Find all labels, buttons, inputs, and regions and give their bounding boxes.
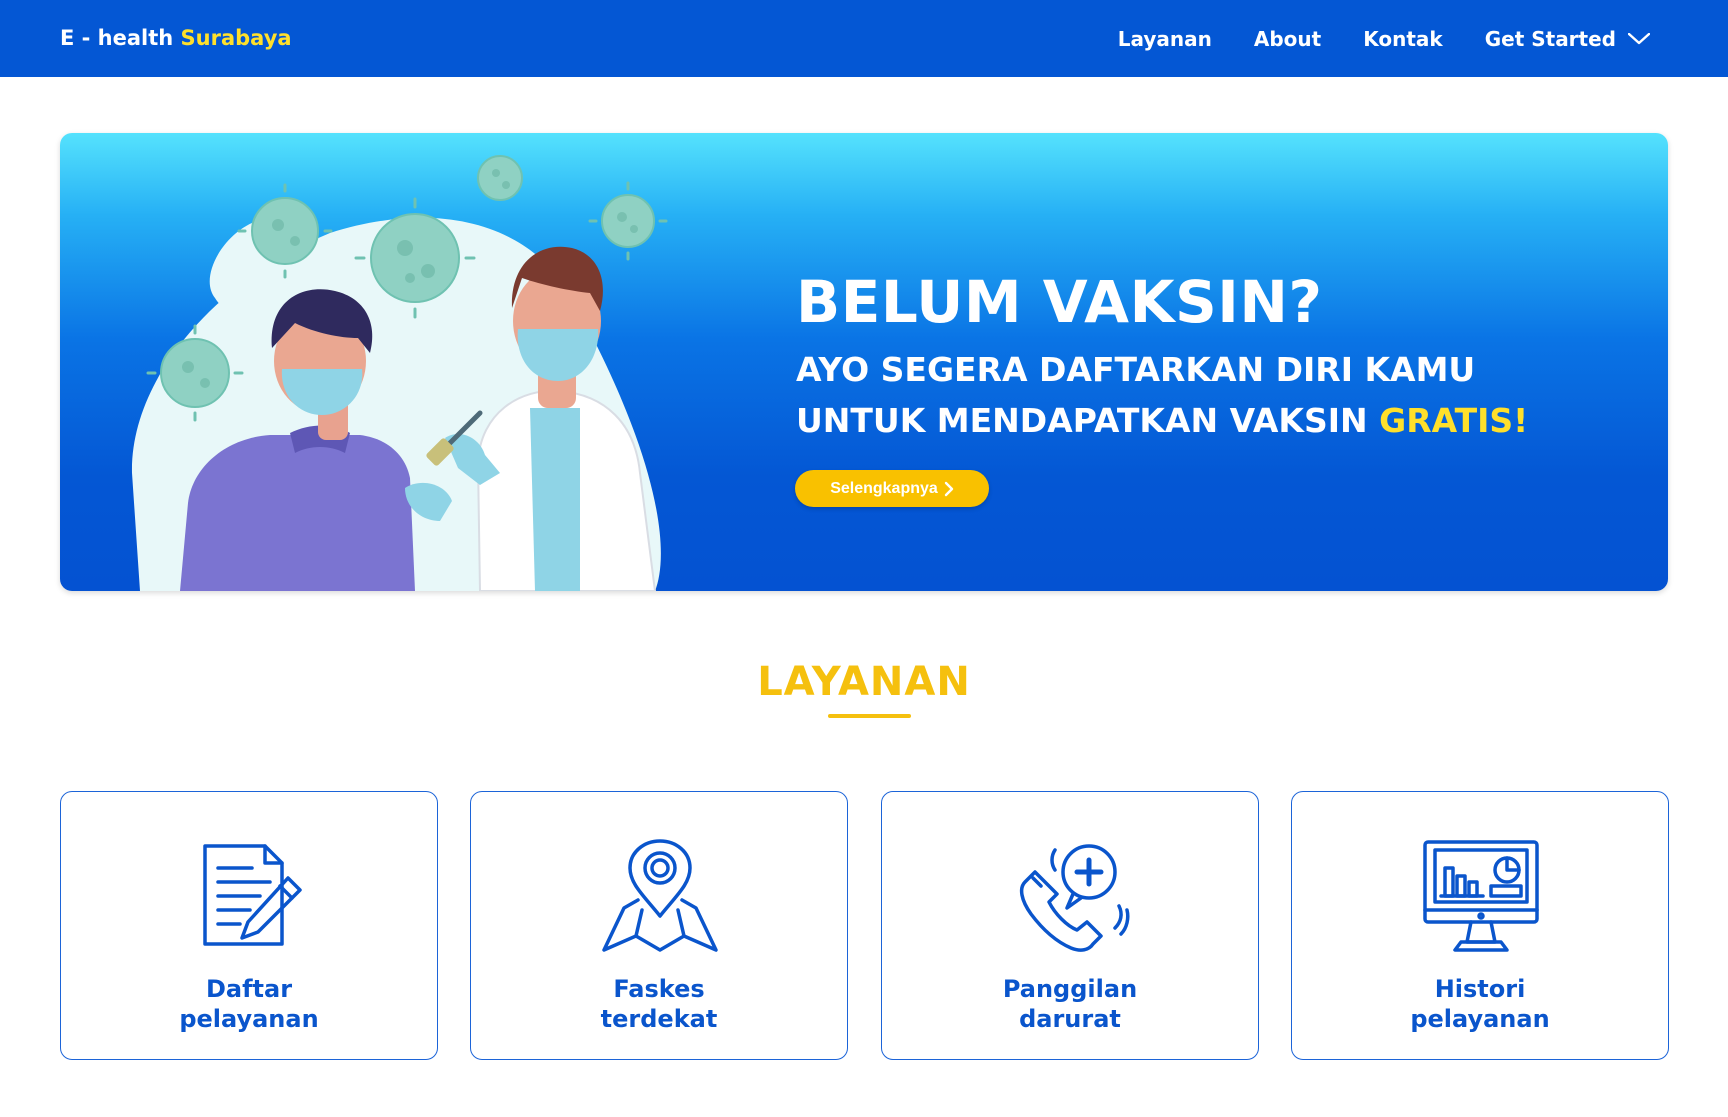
service-card-panggilan-darurat[interactable]: Panggilan darurat <box>881 791 1259 1060</box>
section-title-layanan: LAYANAN <box>757 659 971 705</box>
service-card-daftar-pelayanan[interactable]: Daftar pelayanan <box>60 791 438 1060</box>
hero-banner: BELUM VAKSIN? AYO SEGERA DAFTARKAN DIRI … <box>60 133 1668 591</box>
nav-link-label: About <box>1253 26 1322 51</box>
selengkapnya-label: Selengkapnya <box>830 479 938 497</box>
hero-subtitle-text: UNTUK MENDAPATKAN VAKSIN <box>796 401 1368 440</box>
section-underline <box>828 714 911 718</box>
hero-title: BELUM VAKSIN? <box>796 268 1323 336</box>
service-card-label: Histori pelayanan <box>1292 974 1668 1034</box>
form-pencil-icon <box>203 844 302 946</box>
brand-city: Surabaya <box>180 26 292 50</box>
nav-link-layanan[interactable]: Layanan <box>1118 27 1212 51</box>
service-card-histori-pelayanan[interactable]: Histori pelayanan <box>1291 791 1669 1060</box>
nav-link-label: Kontak <box>1363 26 1443 51</box>
service-label-line1: Daftar <box>205 975 293 1003</box>
service-card-faskes-terdekat[interactable]: Faskes terdekat <box>470 791 848 1060</box>
service-label-line2: terdekat <box>600 1005 718 1033</box>
nav-dropdown-get-started[interactable]: Get Started <box>1485 27 1650 51</box>
nav-link-about[interactable]: About <box>1254 27 1321 51</box>
service-card-label: Panggilan darurat <box>882 974 1258 1034</box>
monitor-chart-icon <box>1423 840 1539 952</box>
hero-subtitle-line2: UNTUK MENDAPATKAN VAKSIN GRATIS! <box>796 395 1528 446</box>
top-navbar: E - health Surabaya Layanan About Kontak… <box>0 0 1728 77</box>
chevron-down-icon <box>1628 32 1650 44</box>
service-label-line1: Panggilan <box>1002 975 1138 1003</box>
hero-highlight-gratis: GRATIS! <box>1379 401 1529 440</box>
selengkapnya-button[interactable]: Selengkapnya <box>795 470 989 507</box>
service-label-line2: pelayanan <box>1410 1005 1550 1033</box>
brand-logo[interactable]: E - health Surabaya <box>60 26 292 50</box>
chevron-right-icon <box>944 481 953 496</box>
map-pin-icon <box>602 839 718 952</box>
service-label-line1: Faskes <box>613 975 705 1003</box>
service-card-label: Faskes terdekat <box>471 974 847 1034</box>
nav-menu: Layanan About Kontak Get Started <box>1076 0 1650 77</box>
service-label-line1: Histori <box>1434 975 1526 1003</box>
brand-name: E - health <box>60 26 174 50</box>
vaccination-illustration <box>131 155 668 591</box>
hero-subtitle-line1: AYO SEGERA DAFTARKAN DIRI KAMU <box>796 350 1476 389</box>
emergency-call-icon <box>1019 844 1130 952</box>
hero-subtitle: AYO SEGERA DAFTARKAN DIRI KAMU UNTUK MEN… <box>796 344 1528 446</box>
service-label-line2: pelayanan <box>179 1005 319 1033</box>
service-card-label: Daftar pelayanan <box>61 974 437 1034</box>
nav-link-kontak[interactable]: Kontak <box>1363 27 1442 51</box>
service-label-line2: darurat <box>1019 1005 1121 1033</box>
nav-link-label: Get Started <box>1484 26 1616 51</box>
nav-link-label: Layanan <box>1117 26 1212 51</box>
